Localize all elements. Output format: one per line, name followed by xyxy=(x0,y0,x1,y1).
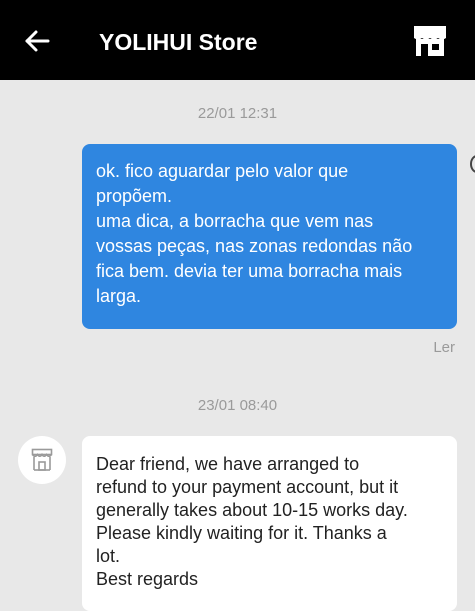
arrow-left-icon xyxy=(25,30,50,52)
message-line: fica bem. devia ter uma borracha mais xyxy=(96,261,403,281)
message-line: propõem. xyxy=(96,186,173,206)
incoming-message-bubble[interactable]: Dear friend, we have arranged to refund … xyxy=(82,436,457,611)
store-avatar[interactable] xyxy=(18,436,66,484)
message-line: generally takes about 10-15 works day. xyxy=(96,500,408,520)
outgoing-message-bubble[interactable]: ok. fico aguardar pelo valor que propõem… xyxy=(82,144,457,329)
message-line: Dear friend, we have arranged to xyxy=(96,454,360,474)
storefront-icon xyxy=(414,26,446,56)
read-status-label: Ler xyxy=(433,339,455,356)
storefront-icon xyxy=(31,448,53,471)
message-timestamp: 22/01 12:31 xyxy=(197,105,278,122)
message-line: ok. fico aguardar pelo valor que xyxy=(96,161,349,181)
page-title: YOLIHUI Store xyxy=(99,29,258,55)
message-line: larga. xyxy=(96,286,142,306)
message-line: vossas peças, nas zonas redondas não xyxy=(96,236,413,256)
message-line: uma dica, a borracha que vem nas xyxy=(96,211,374,231)
back-button[interactable] xyxy=(22,26,52,56)
message-line: Best regards xyxy=(96,569,199,589)
message-line: Please kindly waiting for it. Thanks a xyxy=(96,523,387,543)
message-line: lot. xyxy=(96,546,121,566)
app-header: YOLIHUI Store xyxy=(0,0,475,80)
message-line: refund to your payment account, but it xyxy=(96,477,399,497)
store-button[interactable] xyxy=(411,24,449,58)
partial-edge-icon xyxy=(470,155,475,173)
message-timestamp: 23/01 08:40 xyxy=(197,397,278,414)
